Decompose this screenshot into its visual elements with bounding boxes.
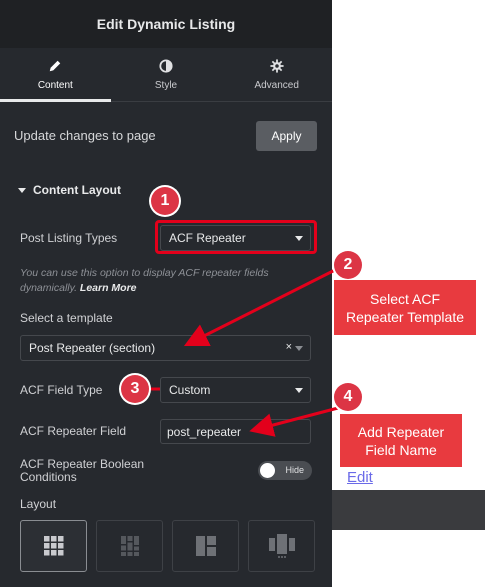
select-template-label: Select a template (20, 311, 113, 325)
tab-content-label: Content (37, 79, 73, 91)
pencil-icon (50, 60, 61, 71)
callout-2-line1: Select ACF (369, 290, 441, 307)
acf-boolean-toggle[interactable]: Hide (258, 461, 312, 480)
apply-button[interactable]: Apply (256, 121, 317, 151)
step-badge-3: 3 (121, 375, 149, 403)
chevron-down-icon (295, 236, 303, 241)
callout-select-template: Select ACF Repeater Template (334, 280, 476, 335)
layout-grid-option[interactable] (20, 520, 87, 572)
tab-advanced[interactable]: Advanced (221, 48, 332, 101)
layout-carousel-option[interactable] (248, 520, 315, 572)
masonry-icon (120, 536, 139, 556)
section-title: Content Layout (33, 183, 121, 197)
section-content-layout[interactable]: Content Layout (18, 183, 121, 197)
callout-4-line2: Field Name (365, 441, 437, 458)
acf-field-type-value: Custom (169, 383, 211, 397)
acf-hint-text: You can use this option to display ACF r… (20, 266, 310, 296)
template-select[interactable]: Post Repeater (section) × (20, 335, 311, 361)
acf-field-type-select[interactable]: Custom (160, 377, 311, 403)
acf-repeater-field-input[interactable]: post_repeater (160, 419, 311, 444)
learn-more-link[interactable]: Learn More (80, 282, 137, 294)
layout-options (20, 520, 315, 572)
layout-metro-option[interactable] (172, 520, 239, 572)
layout-masonry-option[interactable] (96, 520, 163, 572)
chevron-down-icon (295, 388, 303, 393)
tab-style-label: Style (154, 79, 178, 91)
step-badge-1: 1 (151, 187, 179, 215)
clear-icon[interactable]: × (286, 341, 292, 353)
acf-boolean-label-line2: Conditions (20, 470, 77, 484)
carousel-icon (268, 534, 295, 558)
step-badge-4: 4 (334, 383, 362, 411)
callout-2-line2: Repeater Template (345, 308, 465, 325)
preview-bar (332, 490, 485, 530)
edit-link[interactable]: Edit (347, 469, 373, 486)
gear-icon (270, 58, 284, 73)
acf-repeater-field-label: ACF Repeater Field (20, 424, 127, 438)
tab-advanced-label: Advanced (254, 79, 299, 91)
grid-icon (43, 536, 63, 556)
callout-repeater-field-name: Add Repeater Field Name (340, 414, 462, 467)
contrast-icon (159, 58, 173, 73)
editor-panel: Edit Dynamic Listing Content Style Advan… (0, 0, 332, 587)
post-listing-types-select[interactable]: ACF Repeater (160, 225, 311, 251)
tab-style[interactable]: Style (111, 48, 222, 101)
hint-text: You can use this option to display ACF r… (20, 267, 269, 294)
post-listing-types-label: Post Listing Types (20, 231, 118, 245)
caret-down-icon (18, 187, 26, 193)
acf-boolean-label: ACF Repeater Boolean Conditions (20, 458, 144, 484)
post-listing-types-value: ACF Repeater (169, 231, 246, 245)
chevron-down-icon (295, 346, 303, 351)
panel-tabs: Content Style Advanced (0, 48, 332, 102)
panel-title: Edit Dynamic Listing (0, 0, 332, 48)
metro-icon (195, 536, 216, 556)
tab-content[interactable]: Content (0, 48, 111, 102)
toggle-knob (260, 463, 275, 478)
template-value: Post Repeater (section) (29, 341, 156, 355)
toggle-text: Hide (285, 465, 304, 475)
callout-4-line1: Add Repeater (357, 423, 445, 440)
layout-label: Layout (20, 497, 57, 511)
update-changes-text: Update changes to page (14, 128, 156, 143)
step-badge-2: 2 (334, 251, 362, 279)
acf-field-type-label: ACF Field Type (20, 383, 103, 397)
